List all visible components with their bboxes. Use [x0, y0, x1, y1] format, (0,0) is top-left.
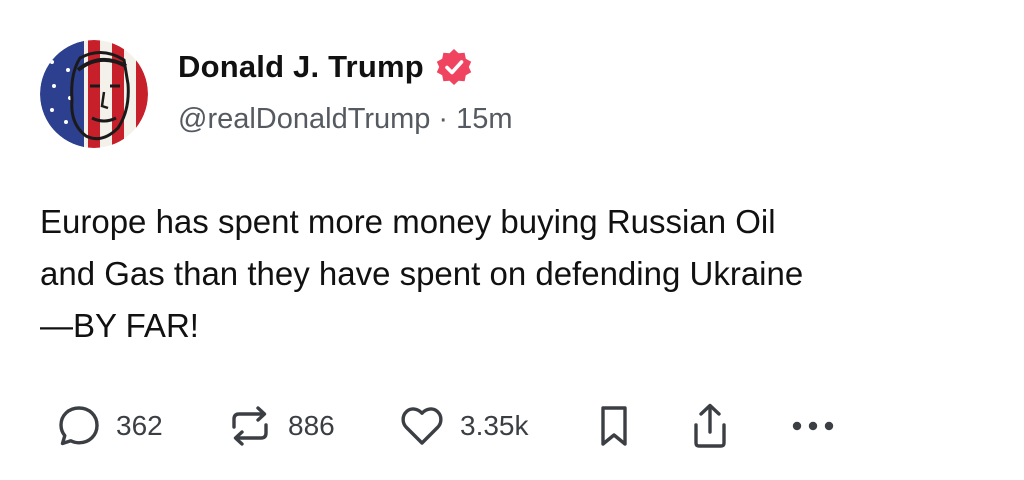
action-bar: 362 886 3.35k	[56, 400, 916, 452]
share-icon	[688, 401, 732, 451]
post-text-line: and Gas than they have spent on defendin…	[40, 255, 804, 292]
author-meta-row: @realDonaldTrump · 15m	[178, 103, 513, 136]
bookmark-icon	[594, 402, 634, 450]
post-text-line: —BY FAR!	[40, 307, 199, 344]
reply-icon	[56, 403, 102, 449]
post-text-line: Europe has spent more money buying Russi…	[40, 203, 776, 240]
bookmark-button[interactable]	[594, 400, 634, 452]
post-body: Europe has spent more money buying Russi…	[40, 196, 1000, 352]
reply-count: 362	[116, 410, 163, 441]
author-name-row[interactable]: Donald J. Trump	[178, 44, 474, 90]
post-timestamp[interactable]: 15m	[456, 103, 512, 136]
more-options-button[interactable]	[788, 400, 840, 452]
repost-icon	[226, 403, 274, 449]
author-display-name[interactable]: Donald J. Trump	[178, 49, 424, 85]
repost-count: 886	[288, 410, 335, 441]
avatar[interactable]	[40, 40, 148, 148]
author-handle[interactable]: @realDonaldTrump	[178, 103, 430, 136]
share-button[interactable]	[688, 400, 732, 452]
like-count: 3.35k	[460, 410, 529, 441]
more-icon	[788, 416, 840, 436]
repost-button[interactable]: 886	[226, 400, 335, 452]
like-button[interactable]: 3.35k	[398, 400, 529, 452]
meta-separator: ·	[438, 103, 449, 135]
avatar-flag-portrait	[40, 40, 148, 148]
reply-button[interactable]: 362	[56, 400, 163, 452]
heart-icon	[398, 403, 446, 449]
verified-badge-icon	[434, 47, 474, 87]
post-card: Donald J. Trump @realDonaldTrump · 15m E…	[0, 0, 1024, 480]
